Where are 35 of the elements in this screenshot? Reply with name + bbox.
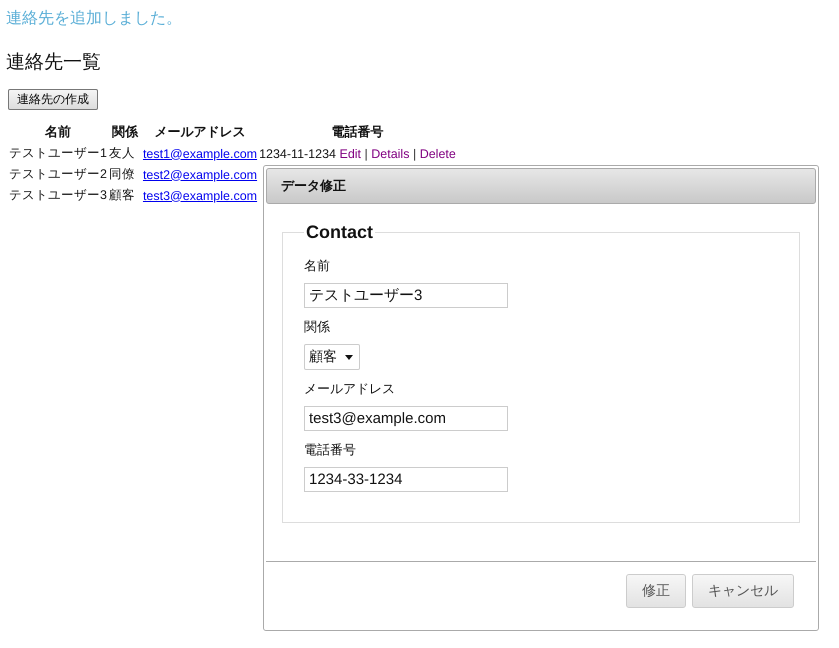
action-link[interactable]: Details [371,146,410,160]
separator: | [364,146,368,160]
email-link[interactable]: test3@example.com [142,188,258,202]
input-field[interactable]: テストユーザー3 [304,283,508,308]
table-cell-text: テストユーザー1 [8,145,108,162]
field-label: 名前 [304,257,331,275]
dialog-button[interactable]: キャンセル [692,574,794,608]
page-heading: 連絡先一覧 [6,51,101,75]
column-header: 関係 [110,123,140,141]
action-link[interactable]: Edit [339,146,362,160]
select-field[interactable]: 顧客 [304,344,360,370]
table-cell-text: テストユーザー2 [8,166,108,183]
action-link[interactable]: Delete [420,146,456,160]
column-header: 電話番号 [330,123,384,141]
caret-icon [345,354,353,360]
table-cell-text: 友人 [108,145,136,162]
field-label: 関係 [304,318,331,336]
table-cell-text: テストユーザー3 [8,187,108,204]
email-link[interactable]: test1@example.com [142,146,258,160]
create-button[interactable]: 連絡先の作成 [8,89,98,110]
success-message: 連絡先を追加しました。 [6,8,182,29]
separator: | [412,146,416,160]
table-cell-text: 同僚 [108,166,136,183]
column-header: メールアドレス [154,123,247,141]
field-label: 電話番号 [304,441,357,459]
input-field[interactable]: 1234-33-1234 [304,467,508,492]
dialog-button[interactable]: 修正 [626,574,686,608]
field-label: メールアドレス [304,380,396,398]
table-cell-text: 顧客 [108,187,136,204]
form-legend: Contact [304,222,375,243]
dialog-title: データ修正 [266,168,816,204]
email-link[interactable]: test2@example.com [142,168,258,182]
column-header: 名前 [44,123,72,141]
input-field[interactable]: test3@example.com [304,406,508,431]
table-cell: 1234-11-1234 [259,146,336,160]
